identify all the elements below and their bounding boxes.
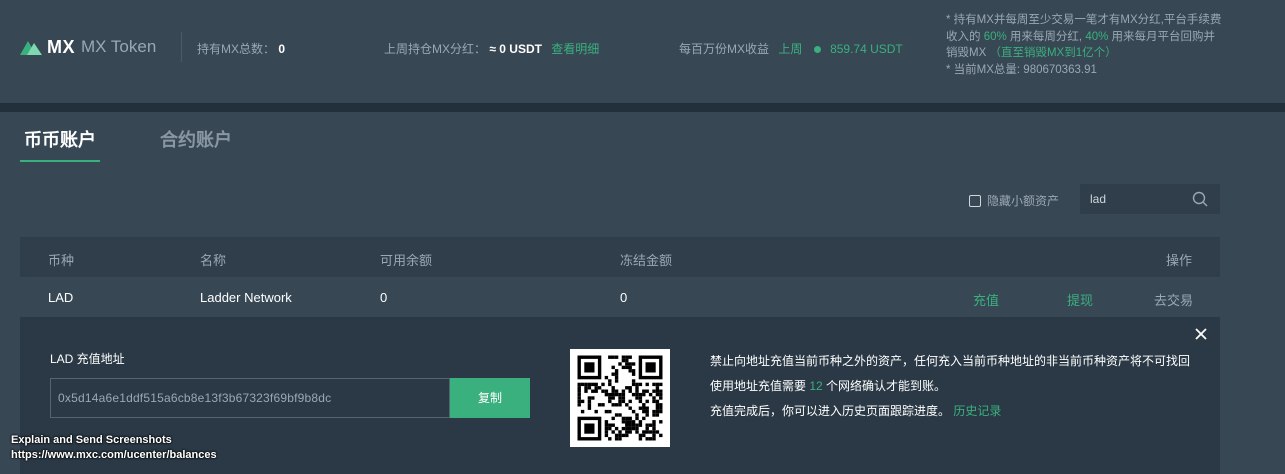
- earnings-value: 859.74 USDT: [830, 42, 903, 56]
- mx-holdings-label: 持有MX总数：: [197, 42, 276, 56]
- dividend-label: 上周持仓MX分红：: [384, 42, 487, 56]
- tip-warning: 禁止向地址充值当前币种之外的资产，任何充入当前币种地址的非当前币种资产将不可找回: [710, 354, 1191, 368]
- qr-code-icon: [570, 349, 670, 447]
- tip-confirmations-text-a: 使用地址充值需要: [710, 379, 810, 393]
- tab-spot-account[interactable]: 币币账户: [24, 126, 96, 152]
- earnings-period: 上周: [778, 42, 803, 56]
- mx-logo-icon: [20, 39, 42, 55]
- search-icon[interactable]: [1192, 191, 1208, 207]
- search-input[interactable]: [1090, 191, 1180, 207]
- deposit-address-label: LAD 充值地址: [50, 352, 125, 366]
- deposit-tips: 禁止向地址充值当前币种之外的资产，任何充入当前币种地址的非当前币种资产将不可找回…: [710, 349, 1190, 424]
- earnings-label: 每百万份MX收益: [679, 42, 770, 56]
- history-link[interactable]: 历史记录: [953, 404, 1001, 418]
- logo-token-name: MX Token: [81, 37, 157, 56]
- view-details-link[interactable]: 查看明细: [551, 42, 599, 56]
- header-divider: [181, 32, 182, 62]
- column-coin: 币种: [48, 253, 75, 268]
- tip-confirmations-count: 12: [809, 379, 823, 393]
- overlay-title: Explain and Send Screenshots: [11, 434, 172, 446]
- close-icon[interactable]: [1194, 327, 1208, 341]
- screenshot-overlay: Explain and Send Screenshots https://www…: [11, 433, 217, 463]
- row-name: Ladder Network: [200, 290, 292, 305]
- column-frozen: 冻结金额: [620, 253, 673, 268]
- status-dot-icon: [813, 45, 821, 53]
- row-coin: LAD: [48, 290, 74, 305]
- mx-logo[interactable]: MX MX Token: [20, 37, 156, 57]
- row-available: 0: [380, 290, 388, 305]
- column-available: 可用余额: [380, 253, 433, 268]
- notes-total-supply: * 当前MX总量: 980670363.91: [946, 63, 1097, 76]
- tab-contract-account[interactable]: 合约账户: [160, 126, 232, 152]
- overlay-url: https://www.mxc.com/ucenter/balances: [11, 449, 217, 461]
- notes-pct-buyback: 40%: [1085, 30, 1109, 43]
- tip-history: 充值完成后，你可以进入历史页面跟踪进度。 历史记录: [710, 399, 1190, 424]
- tip-history-text: 充值完成后，你可以进入历史页面跟踪进度。: [710, 404, 954, 418]
- copy-button[interactable]: 复制: [450, 378, 530, 418]
- column-actions: 操作: [1166, 253, 1193, 268]
- dividend-stat: 上周持仓MX分红： ≈ 0 USDT 查看明细: [384, 40, 599, 57]
- hide-small-assets-toggle[interactable]: 隐藏小额资产: [969, 192, 1059, 209]
- tip-confirmations-text-b: 个网络确认才能到账。: [822, 379, 947, 393]
- notes-text-2: 用来每周分红,: [1006, 30, 1086, 43]
- deposit-address-value: 0x5d14a6e1ddf515a6cb8e13f3b67323f69bf9b8…: [58, 391, 332, 405]
- notes-burn-note: （直至销毁MX到1亿个）: [989, 47, 1117, 59]
- deposit-address-field[interactable]: 0x5d14a6e1ddf515a6cb8e13f3b67323f69bf9b8…: [50, 378, 450, 418]
- notes-pct-dividend: 60%: [983, 30, 1007, 43]
- column-name: 名称: [200, 253, 227, 268]
- deposit-button[interactable]: 充值: [973, 290, 999, 309]
- table-row: LAD Ladder Network 0 0 充值 提现 去交易: [20, 277, 1220, 317]
- withdraw-button[interactable]: 提现: [1067, 290, 1093, 309]
- hide-small-assets-checkbox[interactable]: [969, 194, 981, 207]
- row-frozen: 0: [620, 290, 628, 305]
- dividend-notes: * 持有MX并每周至少交易一笔才有MX分红,平台手续费收入的 60% 用来每周分…: [946, 12, 1226, 78]
- header-separator: [0, 103, 1285, 112]
- mx-holdings-value: 0: [278, 42, 286, 56]
- search-box: [1080, 184, 1220, 214]
- mx-holdings-stat: 持有MX总数： 0: [197, 40, 285, 57]
- hide-small-assets-label: 隐藏小额资产: [987, 194, 1060, 208]
- tip-confirmations: 使用地址充值需要 12 个网络确认才能到账。: [710, 374, 1190, 399]
- active-tab-indicator: [20, 160, 100, 162]
- logo-mx-text: MX: [47, 36, 75, 57]
- dividend-value: ≈ 0 USDT: [489, 42, 542, 56]
- table-header: 币种 名称 可用余额 冻结金额 操作: [20, 237, 1220, 277]
- top-header: MX MX Token 持有MX总数： 0 上周持仓MX分红： ≈ 0 USDT…: [0, 0, 1285, 103]
- earnings-stat: 每百万份MX收益 上周 859.74 USDT: [679, 40, 903, 57]
- trade-button[interactable]: 去交易: [1154, 290, 1193, 309]
